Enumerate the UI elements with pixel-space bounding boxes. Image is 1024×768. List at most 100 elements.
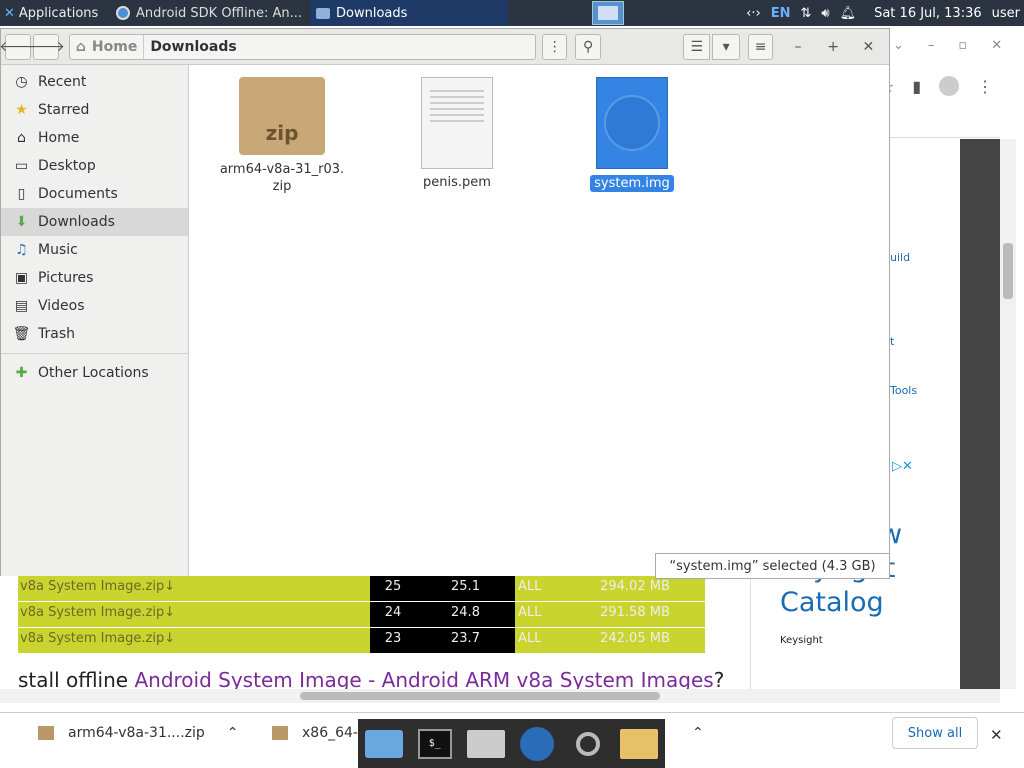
desktop-icon: ▭ [14, 158, 29, 174]
sidebar-item-label: Pictures [38, 270, 94, 286]
sidebar-item-downloads[interactable]: ⬇ Downloads [1, 208, 188, 236]
table-row: v8a System Image.zip↓ 25 25.1 ALL 294.02… [18, 576, 705, 601]
maximize-icon[interactable]: ▫ [958, 38, 967, 53]
sidebar-item-label: Videos [38, 298, 85, 314]
search-icon: ⚲ [583, 38, 594, 55]
search-button[interactable]: ⚲ [575, 33, 601, 60]
sidebar-item-videos[interactable]: ▤ Videos [1, 292, 188, 320]
disc-image-icon [596, 77, 668, 169]
search-icon[interactable] [566, 724, 610, 764]
download-item[interactable]: arm64-v8a-31....zip ⌃ [38, 725, 239, 741]
menu-button[interactable]: ⋮ [541, 33, 568, 60]
user-menu[interactable]: user [992, 6, 1020, 21]
download-icon: ⬇ [15, 214, 28, 230]
scrollbar-thumb[interactable] [1003, 243, 1013, 299]
sidebar-item-music[interactable]: ♫ Music [1, 236, 188, 264]
sidebar-item-label: Music [38, 242, 78, 258]
sidebar-item-label: Documents [38, 186, 118, 202]
side-panel-icon[interactable]: ▮ [912, 77, 921, 96]
more-icon[interactable]: ⋮ [977, 77, 993, 96]
sidebar-item-trash[interactable]: 🗑︎ Trash [1, 320, 188, 348]
files-icon[interactable] [617, 724, 661, 764]
path-crumb-home[interactable]: ⌂ Home [70, 34, 145, 59]
close-button[interactable]: ✕ [852, 39, 885, 55]
forward-button[interactable]: 🡒 [27, 33, 65, 60]
sidebar-item-home[interactable]: ⌂ Home [1, 124, 188, 152]
sidebar-item-documents[interactable]: ▯ Documents [1, 180, 188, 208]
window-thumb-icon [598, 6, 618, 20]
sidebar-item-label: Other Locations [38, 365, 149, 381]
workspace-switcher[interactable] [592, 1, 624, 25]
sidebar-item-pictures[interactable]: ▣ Pictures [1, 264, 188, 292]
terminal-icon[interactable]: $_ [413, 724, 457, 764]
revision: 24.8 [416, 602, 515, 627]
hamburger-menu-button[interactable]: ≡ [747, 33, 774, 60]
list-view-button[interactable]: ☰ [683, 33, 711, 60]
revision: 25.1 [416, 576, 515, 601]
vertical-scrollbar[interactable] [1000, 139, 1016, 689]
table-row: v8a System Image.zip↓ 24 24.8 ALL 291.58… [18, 602, 705, 627]
sidebar-item-starred[interactable]: ★ Starred [1, 96, 188, 124]
remote-arrows-icon[interactable]: ‹·› [746, 6, 761, 21]
file-item[interactable]: zip arm64-v8a-31_r03. zip [212, 77, 352, 195]
download-item-label: arm64-v8a-31....zip [68, 725, 205, 741]
side-link[interactable]: t [890, 335, 894, 348]
sidebar-item-label: Starred [38, 102, 90, 118]
download-link[interactable]: v8a System Image.zip↓ [18, 602, 370, 627]
sidebar-item-label: Trash [38, 326, 75, 342]
api-level: 24 [370, 602, 416, 627]
chevron-down-icon: ▾ [722, 38, 730, 55]
file-view[interactable]: zip arm64-v8a-31_r03. zip penis.pem syst… [189, 65, 889, 576]
sidebar-item-recent[interactable]: ◷ Recent [1, 68, 188, 96]
notification-bell-icon[interactable]: 🔔︎ [840, 6, 857, 21]
task-label: Downloads [336, 5, 408, 21]
list-icon: ☰ [690, 38, 704, 55]
task-downloads[interactable]: Downloads [310, 0, 508, 26]
view-options-button[interactable]: ▾ [712, 33, 740, 60]
music-icon: ♫ [15, 242, 28, 258]
chevron-up-icon[interactable]: ⌃ [227, 725, 239, 741]
file-item[interactable]: penis.pem [387, 77, 527, 190]
task-chrome[interactable]: Android SDK Offline: An... [110, 0, 310, 26]
sidebar-item-other-locations[interactable]: ✚ Other Locations [1, 359, 188, 387]
hamburger-icon: ≡ [754, 38, 767, 55]
download-link[interactable]: v8a System Image.zip↓ [18, 628, 370, 653]
picture-icon: ▣ [14, 270, 29, 286]
profile-icon[interactable] [939, 76, 960, 96]
minimize-button[interactable]: – [781, 39, 814, 55]
document-icon: ▯ [17, 186, 26, 202]
show-desktop-icon[interactable] [362, 724, 406, 764]
minimize-icon[interactable]: – [928, 38, 935, 53]
sidebar-item-desktop[interactable]: ▭ Desktop [1, 152, 188, 180]
places-sidebar: ◷ Recent ★ Starred ⌂ Home ▭ Desktop ▯ Documen… [1, 65, 189, 576]
maximize-button[interactable]: + [817, 39, 850, 55]
horizontal-scrollbar[interactable] [0, 689, 1000, 703]
browser-window-controls: ⌄ – ▫ ✕ [893, 38, 1002, 53]
file-name-wrap: system.img [562, 175, 702, 192]
file-item[interactable]: system.img [562, 77, 702, 192]
applications-menu[interactable]: ✕ Applications [0, 0, 110, 26]
ad-choices-icon[interactable]: ▷✕ [892, 459, 913, 474]
chevron-down-icon[interactable]: ⌄ [893, 38, 904, 53]
network-icon[interactable]: ⇅ [800, 6, 811, 21]
show-all-button[interactable]: Show all [892, 717, 978, 749]
web-browser-icon[interactable] [515, 724, 559, 764]
side-link[interactable]: Tools [890, 384, 917, 397]
ad-line: Catalog [780, 587, 884, 618]
path-crumb-current[interactable]: Downloads [144, 39, 242, 55]
volume-icon[interactable]: 🔊︎ [821, 6, 829, 21]
xfce-logo-icon: ✕ [4, 5, 15, 21]
close-shelf-icon[interactable]: ✕ [990, 726, 1003, 744]
chevron-up-icon[interactable]: ⌃ [692, 725, 704, 741]
plus-icon: ✚ [15, 365, 28, 381]
download-link[interactable]: v8a System Image.zip↓ [18, 576, 370, 601]
side-link[interactable]: uild [890, 251, 910, 264]
star-icon: ★ [15, 102, 28, 118]
clock[interactable]: Sat 16 Jul, 13:36 [874, 6, 982, 21]
archive-icon [272, 726, 288, 740]
home-folder-icon[interactable] [464, 724, 508, 764]
keyboard-layout[interactable]: EN [771, 6, 791, 21]
scrollbar-thumb[interactable] [300, 692, 660, 700]
download-item[interactable]: x86_64- [272, 725, 358, 741]
close-icon[interactable]: ✕ [991, 38, 1002, 53]
